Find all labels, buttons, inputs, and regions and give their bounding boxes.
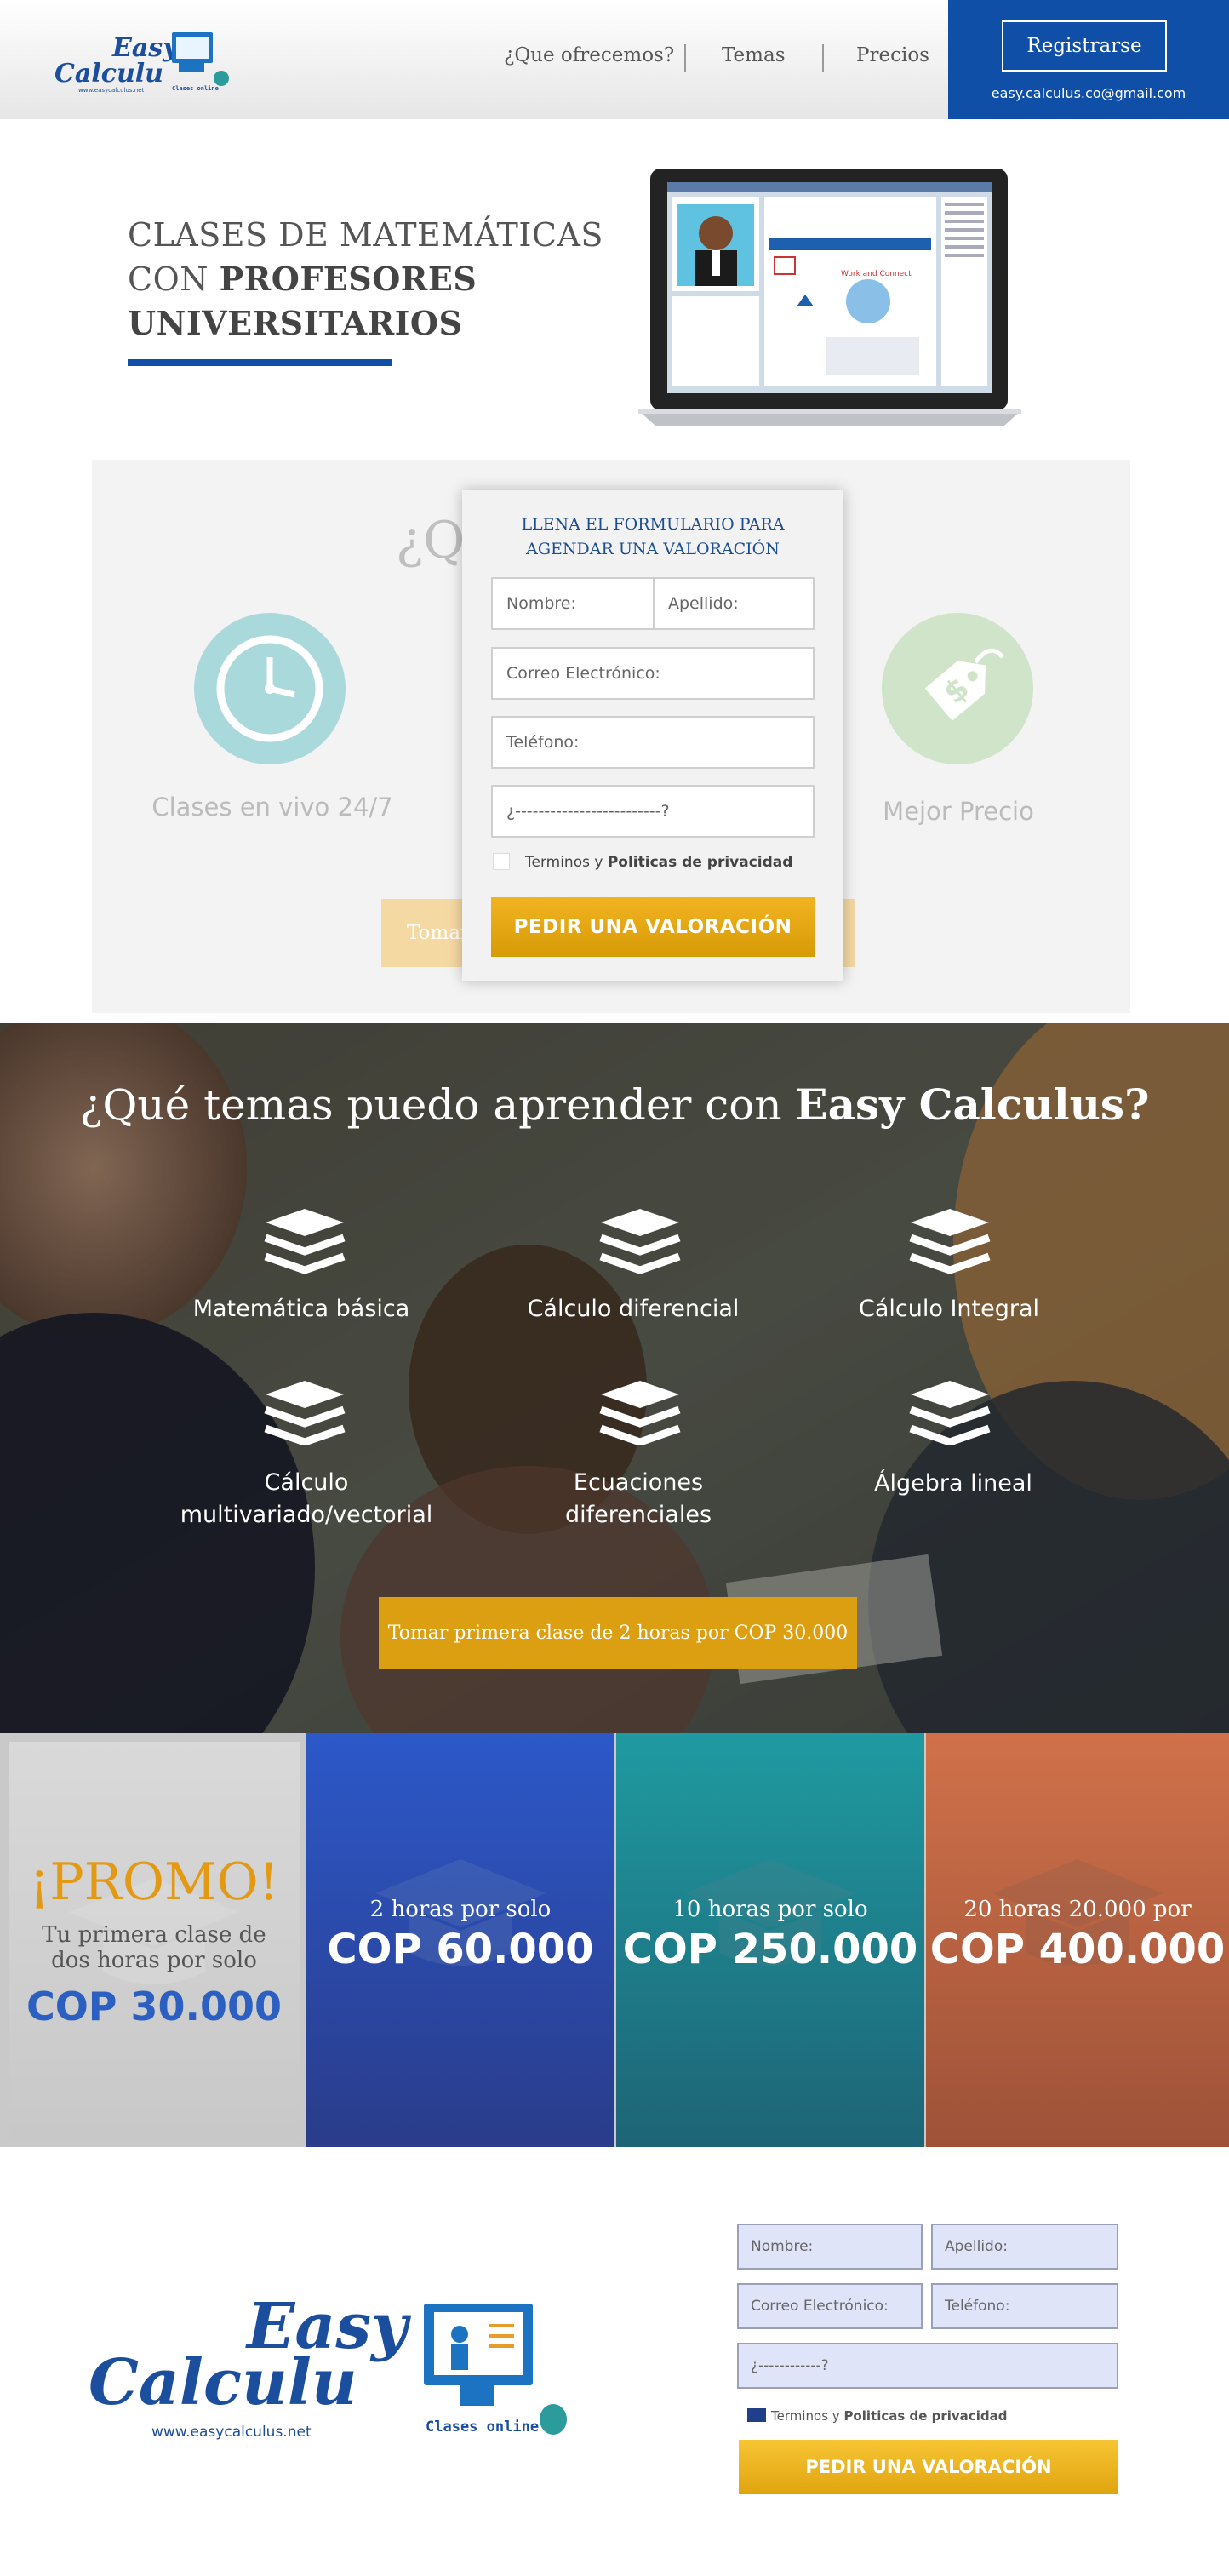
nav-link-temas[interactable]: Temas [722, 44, 786, 66]
form-title: LLENA EL FORMULARIO PARA AGENDAR UNA VAL… [462, 512, 843, 562]
topics-title-brand: Easy Calculus? [795, 1079, 1150, 1130]
books-icon [264, 1381, 346, 1445]
valuation-form: LLENA EL FORMULARIO PARA AGENDAR UNA VAL… [462, 490, 843, 981]
books-icon [909, 1381, 991, 1445]
topic-label-linear-algebra: Álgebra lineal [874, 1470, 1032, 1497]
easy-calculus-logo[interactable]: Easy Calculu www.easycalculus.net Clases… [53, 26, 240, 94]
price-value: COP 400.000 [929, 1926, 1226, 1973]
nav-link-precios[interactable]: Precios [856, 44, 929, 66]
benefit-label-live: Clases en vivo 24/7 [151, 793, 393, 821]
footer-terms-checkbox[interactable] [747, 2408, 766, 2422]
topic-label-equations: Ecuaciones diferenciales [564, 1469, 712, 1528]
price-caption: 20 horas 20.000 por [963, 1897, 1192, 1922]
hero-title: CLASES DE MATEMÁTICAS CON PROFESORES UNI… [128, 213, 603, 346]
price-card-promo[interactable]: ¡PROMO! Tu primera clase de dos horas po… [9, 1742, 300, 2138]
svg-text:Work and Connect: Work and Connect [841, 270, 912, 278]
form-title-line1: LLENA EL FORMULARIO PARA [521, 515, 785, 534]
benefit-label-price: Mejor Precio [883, 797, 1034, 826]
register-button[interactable]: Registrarse [1002, 20, 1167, 72]
footer-terms-label: Terminos y Politicas de privacidad [771, 2408, 1008, 2424]
logo-url: www.easycalculus.net [78, 87, 145, 94]
footer-last-name-field[interactable]: Apellido: [931, 2224, 1118, 2270]
phone-field[interactable]: Teléfono: [491, 716, 815, 769]
books-icon [599, 1381, 681, 1445]
hero-title-line3: UNIVERSITARIOS [128, 304, 463, 342]
promo-headline: ¡PROMO! [29, 1852, 279, 1912]
logo-tagline: Clases online [172, 85, 219, 92]
price-tag-icon: $ [882, 613, 1033, 764]
hero-title-line2b: PROFESORES [219, 260, 477, 298]
price-caption: 10 horas por solo [672, 1897, 868, 1922]
footer-request-valuation-button[interactable]: PEDIR UNA VALORACIÓN [739, 2440, 1118, 2494]
footer-email-field[interactable]: Correo Electrónico: [737, 2283, 923, 2329]
form-title-line2: AGENDAR UNA VALORACIÓN [526, 540, 780, 558]
first-name-field[interactable]: Nombre: [491, 577, 655, 630]
easy-calculus-logo-large[interactable]: Easy Calculu www.easycalculus.net Clases… [85, 2278, 579, 2448]
price-card-20h[interactable]: 20 horas 20.000 por COP 400.000 [926, 1733, 1229, 2147]
books-icon [909, 1209, 991, 1274]
nav-separator [684, 44, 686, 72]
terms-label: Terminos y Politicas de privacidad [525, 854, 793, 871]
privacy-policy-link[interactable]: Politicas de privacidad [608, 854, 793, 871]
pricing-section: ¡PROMO! Tu primera clase de dos horas po… [0, 1733, 1229, 2147]
laptop-image: Work and Connect [638, 169, 1021, 426]
price-value: COP 60.000 [327, 1926, 594, 1973]
email-field[interactable]: Correo Electrónico: [491, 647, 815, 700]
footer-question-field[interactable]: ¿------------? [737, 2343, 1118, 2389]
topic-label-basic: Matemática básica [192, 1296, 410, 1322]
request-valuation-button[interactable]: PEDIR UNA VALORACIÓN [491, 897, 815, 957]
logo-tagline: Clases online [426, 2419, 539, 2436]
topic-label-integral: Cálculo Integral [858, 1296, 1040, 1322]
hero-underline [128, 359, 392, 366]
price-card-2h[interactable]: 2 horas por solo COP 60.000 [306, 1733, 614, 2147]
price-value: COP 250.000 [622, 1926, 918, 1973]
terms-checkbox[interactable] [493, 853, 510, 870]
hero-title-line2a: CON [128, 260, 220, 298]
topics-title: ¿Qué temas puedo aprender con Easy Calcu… [79, 1079, 1150, 1130]
promo-price: COP 30.000 [26, 1984, 283, 2029]
last-name-field[interactable]: Apellido: [653, 577, 815, 630]
nav-link-que-ofrecemos[interactable]: ¿Que ofrecemos? [504, 44, 674, 66]
promo-text: Tu primera clase de dos horas por solo [42, 1922, 266, 1973]
footer-first-name-field[interactable]: Nombre: [737, 2224, 923, 2270]
logo-word-calculu: Calculu [54, 59, 163, 89]
first-class-cta-button[interactable]: Tomar primera clase de 2 horas por COP 3… [379, 1597, 857, 1669]
site-header: Easy Calculu www.easycalculus.net Clases… [0, 0, 1229, 119]
books-icon [599, 1209, 681, 1274]
nav-separator [822, 44, 824, 72]
books-icon [264, 1209, 346, 1274]
register-panel: Registrarse easy.calculus.co@gmail.com [948, 0, 1229, 119]
topic-label-multivariate: Cálculo multivariado/vectorial [180, 1469, 433, 1528]
price-caption: 2 horas por solo [369, 1897, 552, 1922]
hero-title-line1: CLASES DE MATEMÁTICAS [128, 216, 603, 254]
question-field[interactable]: ¿-------------------------? [491, 785, 815, 838]
footer-phone-field[interactable]: Teléfono: [931, 2283, 1118, 2329]
footer-privacy-policy-link[interactable]: Politicas de privacidad [843, 2408, 1007, 2424]
clock-icon [194, 613, 346, 764]
price-card-10h[interactable]: 10 horas por solo COP 250.000 [616, 1733, 924, 2147]
topic-label-differential: Cálculo diferencial [527, 1296, 740, 1322]
contact-email[interactable]: easy.calculus.co@gmail.com [948, 85, 1229, 101]
logo-word-calculu: Calculu [89, 2346, 357, 2419]
logo-url: www.easycalculus.net [151, 2424, 312, 2441]
